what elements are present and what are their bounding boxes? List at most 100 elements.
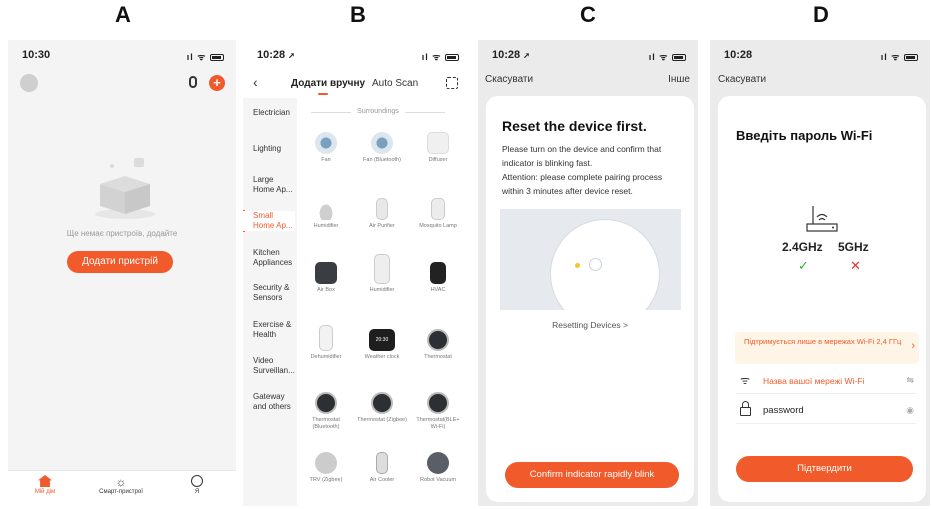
device-thermostat[interactable]: Thermostat [413, 329, 463, 361]
show-password-icon[interactable]: ◉ [906, 405, 914, 416]
device-trv-zigbee[interactable]: TRV (Zigbee) [301, 452, 351, 484]
status-time: 10:28 [724, 49, 753, 61]
resetting-devices-link[interactable]: Resetting Devices > [486, 320, 694, 330]
confirm-blink-button[interactable]: Confirm indicator rapidly blink [505, 462, 679, 488]
device-air-box[interactable]: Air Box [301, 262, 351, 294]
category-exercise-health[interactable]: Exercise & Health [243, 320, 295, 340]
password-divider [736, 423, 916, 424]
device-fan-bluetooth[interactable]: Fan (Bluetooth) [357, 132, 407, 164]
device-air-purifier[interactable]: Air Purifier [357, 198, 407, 230]
device-thermostat-zigbee[interactable]: Thermostat (Zigbee) [357, 392, 407, 424]
weather-clock-icon: 20:30 [369, 329, 395, 351]
device-humidifier[interactable]: Humidifier [301, 198, 351, 230]
device-body [550, 219, 660, 310]
lock-shackle [742, 401, 749, 408]
thermostat-icon [315, 392, 337, 414]
device-label: Fan (Bluetooth) [363, 157, 401, 163]
tab-active-indicator [318, 93, 328, 95]
microphone-icon[interactable] [189, 76, 197, 88]
status-icons: ıl ᯤ [881, 50, 918, 63]
humidifier-icon [315, 198, 337, 220]
wifi-card: Введіть пароль Wi-Fi 2.4GHz 5GHz ✓ ✕ Під… [718, 96, 926, 502]
device-robot-vacuum[interactable]: Robot Vacuum [413, 452, 463, 484]
add-device-icon[interactable]: + [209, 75, 225, 91]
device-humidifier-2[interactable]: Humidifier [357, 254, 407, 294]
category-gateway-others[interactable]: Gateway and others [243, 392, 295, 412]
device-label: Diffuser [428, 157, 448, 163]
section-divider-left [311, 112, 351, 113]
device-label: Thermostat [424, 354, 452, 360]
band-5ghz-label: 5GHz [838, 240, 869, 254]
device-hvac[interactable]: HVAC [413, 262, 463, 294]
reset-card: Reset the device first. Please turn on t… [486, 96, 694, 502]
profile-icon[interactable] [20, 74, 38, 92]
status-time: 10:30 [22, 49, 51, 61]
cancel-link[interactable]: Скасувати [718, 74, 766, 85]
tab-my-home-label: Мій дім [34, 489, 56, 495]
device-weather-clock[interactable]: 20:30 Weather clock [357, 329, 407, 361]
confirm-wifi-button[interactable]: Підтвердити [736, 456, 913, 482]
mosquito-lamp-icon [431, 198, 445, 220]
wifi-warning-text: Підтримується лише в мережах Wi-Fi 2,4 Г… [744, 337, 902, 346]
tab-smart[interactable]: ☼ Смарт-пристрої [86, 475, 156, 495]
screen-home: 10:30 ıl ᯤ + Ще немає пристроїв, додайте… [8, 40, 236, 506]
category-video-surveillance[interactable]: Video Surveillan... [243, 356, 295, 376]
device-label: Thermostat (Bluetooth) [312, 417, 340, 430]
tab-auto-scan[interactable]: Auto Scan [372, 78, 418, 89]
device-label: Weather clock [364, 354, 400, 360]
thermostat-icon [427, 392, 449, 414]
device-fan[interactable]: Fan [301, 132, 351, 164]
check-icon: ✓ [798, 258, 809, 273]
device-dehumidifier[interactable]: Dehumidifier [301, 325, 351, 361]
device-label: Mosquito Lamp [419, 223, 457, 229]
cross-icon: ✕ [850, 258, 861, 273]
status-bar: 10:30 ıl ᯤ [8, 40, 236, 68]
tab-add-manually[interactable]: Додати вручну [291, 78, 365, 89]
category-small-home-appliances[interactable]: Small Home Ap... [243, 211, 295, 231]
back-icon[interactable]: ‹ [253, 74, 258, 90]
add-device-button[interactable]: Додати пристрій [67, 251, 173, 273]
device-label: Dehumidifier [310, 354, 342, 360]
category-lighting[interactable]: Lighting [243, 144, 295, 154]
robot-vacuum-icon [427, 452, 449, 474]
status-bar: 10:28 ➚ ıl ᯤ [478, 40, 698, 68]
switch-network-icon[interactable]: ⇋ [906, 375, 914, 386]
bottom-tab-bar: Мій дім ☼ Смарт-пристрої Я [8, 470, 236, 506]
thermostat-icon [427, 329, 449, 351]
reset-title: Reset the device first. [502, 118, 647, 134]
thermostat-icon [371, 392, 393, 414]
device-diffuser[interactable]: Diffuser [413, 132, 463, 164]
status-bar: 10:28 ➚ ıl ᯤ [243, 40, 471, 68]
home-icon [38, 475, 52, 487]
other-link[interactable]: Інше [668, 74, 690, 85]
device-label: Thermostat (Zigbee) [357, 417, 407, 423]
device-mosquito-lamp[interactable]: Mosquito Lamp [413, 198, 463, 230]
cancel-link[interactable]: Скасувати [485, 74, 533, 85]
category-large-home-appliances[interactable]: Large Home Ap... [243, 175, 295, 195]
status-time: 10:28 [257, 49, 286, 61]
device-label: Air Cooler [369, 477, 395, 483]
screen-add-device: 10:28 ➚ ıl ᯤ ‹ Додати вручну Auto Scan E… [243, 40, 471, 506]
category-electrician[interactable]: Electrician [243, 108, 295, 118]
fan-icon [315, 132, 337, 154]
device-air-cooler[interactable]: Air Cooler [357, 452, 407, 484]
section-divider-right [405, 112, 445, 113]
device-thermostat-bluetooth[interactable]: Thermostat (Bluetooth) [301, 392, 351, 431]
tab-me[interactable]: Я [162, 475, 232, 495]
screen-wifi-password: 10:28 ıl ᯤ Скасувати Введіть пароль Wi-F… [710, 40, 930, 506]
scan-icon[interactable] [446, 77, 458, 89]
network-name-field[interactable]: Назва вашої мережі Wi-Fi [763, 376, 864, 386]
screen-reset-device: 10:28 ➚ ıl ᯤ Скасувати Інше Reset the de… [478, 40, 698, 506]
panel-label-d: D [813, 2, 829, 27]
status-icons: ıl ᯤ [422, 50, 459, 63]
status-bar: 10:28 ıl ᯤ [710, 40, 930, 68]
tab-me-label: Я [194, 489, 200, 495]
category-kitchen-appliances[interactable]: Kitchen Appliances [243, 248, 295, 268]
device-thermostat-ble-wifi[interactable]: Thermostat(BLE+ Wi-Fi) [413, 392, 463, 431]
empty-box-illustration [95, 158, 155, 219]
wifi-icon: ᯤ [740, 375, 751, 387]
router-icon [806, 206, 838, 232]
password-field[interactable]: password [763, 405, 804, 416]
category-security-sensors[interactable]: Security & Sensors [243, 283, 295, 303]
tab-my-home[interactable]: Мій дім [10, 475, 80, 495]
